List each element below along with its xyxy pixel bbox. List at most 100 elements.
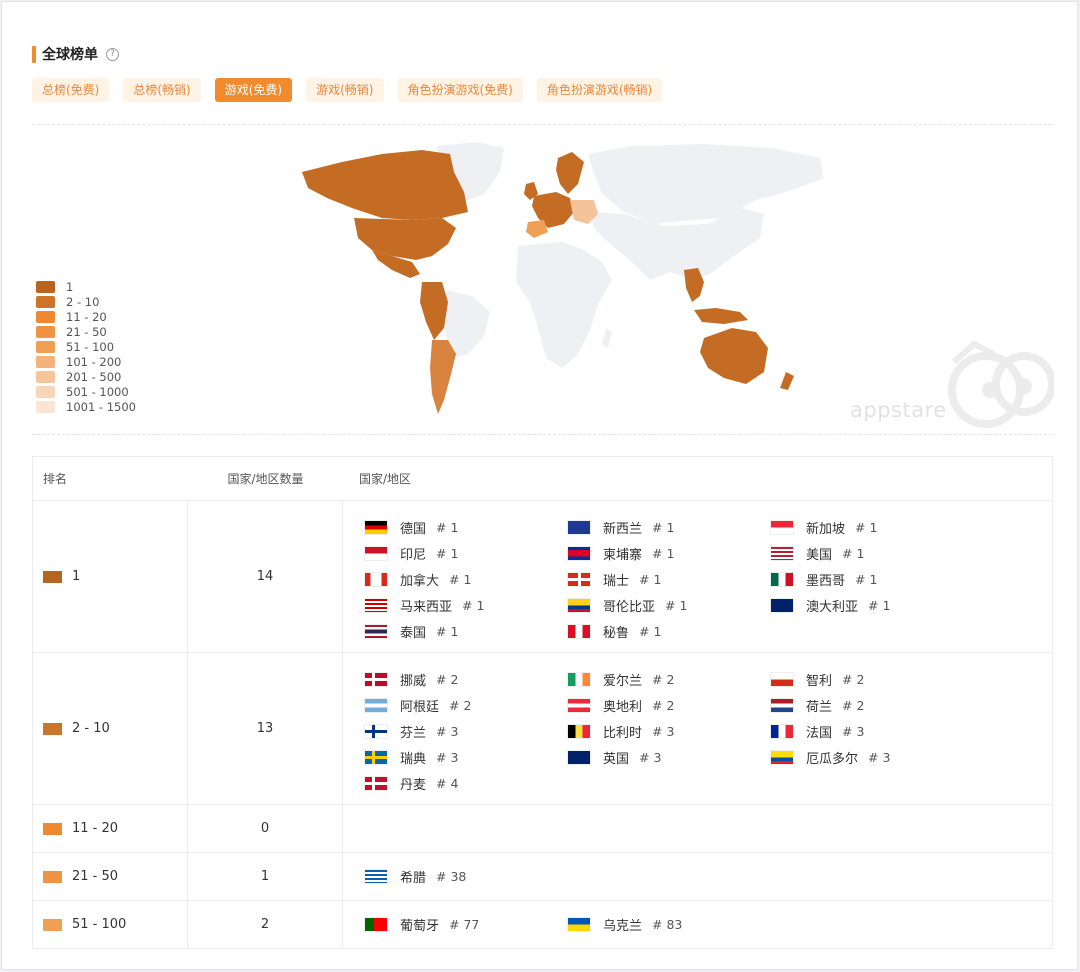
rank-cell: 11 - 20 (33, 805, 188, 852)
country-item[interactable]: 德国 # 1 (364, 514, 567, 540)
flag-icon-gr (364, 869, 388, 884)
country-rank: # 2 (842, 671, 865, 687)
header-rank: 排名 (43, 472, 68, 486)
country-item[interactable]: 厄瓜多尔 # 3 (770, 744, 973, 770)
legend-swatch (36, 295, 55, 308)
country-item[interactable]: 新加坡 # 1 (770, 514, 973, 540)
countries-cell (343, 805, 1052, 852)
legend-label: 201 - 500 (66, 369, 122, 384)
country-item[interactable]: 荷兰 # 2 (770, 692, 973, 718)
country-item[interactable]: 加拿大 # 1 (364, 566, 567, 592)
map-australia[interactable] (700, 328, 768, 384)
flag-icon-cl (770, 671, 794, 687)
country-item[interactable]: 葡萄牙 # 77 (364, 912, 567, 938)
legend-label: 1001 - 1500 (66, 399, 136, 414)
legend-item[interactable]: 1 (36, 279, 136, 294)
country-rank: # 4 (436, 775, 459, 791)
legend-label: 21 - 50 (66, 324, 107, 339)
country-name: 荷兰 (806, 699, 833, 715)
map-africa[interactable] (516, 242, 612, 368)
country-item[interactable]: 澳大利亚 # 1 (770, 592, 973, 618)
watermark-text: appstare (850, 398, 947, 422)
country-rank: # 1 (652, 519, 675, 535)
legend-item[interactable]: 51 - 100 (36, 339, 136, 354)
tab-2[interactable]: 游戏(免费) (214, 78, 293, 102)
country-item[interactable]: 丹麦 # 4 (364, 770, 567, 796)
map-russia[interactable] (588, 144, 824, 224)
country-item[interactable]: 印尼 # 1 (364, 540, 567, 566)
global-ranking-card: 全球榜单 ? 总榜(免费) 总榜(畅销) 游戏(免费) 游戏(畅销) 角色扮演游戏(免费… (1, 1, 1078, 970)
rank-swatch (43, 570, 62, 583)
map-indonesia[interactable] (694, 308, 748, 324)
flag-detail (365, 755, 387, 759)
flag-detail (365, 729, 387, 733)
rank-label: 2 - 10 (72, 721, 110, 736)
flag-icon-nz (567, 519, 591, 535)
country-rank: # 3 (436, 749, 459, 765)
map-colombia-peru[interactable] (420, 282, 448, 340)
country-name: 德国 (400, 521, 427, 537)
country-item[interactable]: 新西兰 # 1 (567, 514, 770, 540)
rank-label: 1 (72, 569, 81, 584)
country-name: 新加坡 (806, 521, 846, 537)
country-item[interactable]: 瑞典 # 3 (364, 744, 567, 770)
legend-item[interactable]: 101 - 200 (36, 354, 136, 369)
tab-4[interactable]: 角色扮演游戏(免费) (397, 78, 523, 102)
country-item[interactable]: 比利时 # 3 (567, 718, 770, 744)
country-item[interactable]: 墨西哥 # 1 (770, 566, 973, 592)
tab-5[interactable]: 角色扮演游戏(畅销) (536, 78, 663, 102)
country-item[interactable]: 爱尔兰 # 2 (567, 666, 770, 692)
legend-item[interactable]: 2 - 10 (36, 294, 136, 309)
tab-3[interactable]: 游戏(畅销) (306, 78, 384, 102)
country-item[interactable]: 哥伦比亚 # 1 (567, 592, 770, 618)
country-item[interactable]: 乌克兰 # 83 (567, 912, 770, 938)
country-item[interactable]: 芬兰 # 3 (364, 718, 567, 744)
flag-icon-fr (770, 723, 794, 739)
legend-swatch (36, 385, 55, 398)
table-row: 21 - 50 1 希腊 # 38 (33, 853, 1052, 901)
divider (32, 434, 1052, 435)
country-item[interactable]: 秘鲁 # 1 (567, 618, 770, 644)
country-name: 丹麦 (400, 777, 427, 793)
flag-icon-no (364, 671, 388, 687)
country-item[interactable]: 挪威 # 2 (364, 666, 567, 692)
map-iberia[interactable] (526, 220, 548, 238)
header-countries: 国家/地区 (359, 472, 412, 486)
legend-item[interactable]: 11 - 20 (36, 309, 136, 324)
country-item[interactable]: 美国 # 1 (770, 540, 973, 566)
legend-item[interactable]: 21 - 50 (36, 324, 136, 339)
section-header: 全球榜单 ? (32, 44, 119, 64)
map-madagascar[interactable] (602, 328, 612, 348)
tab-1[interactable]: 总榜(畅销) (123, 78, 201, 102)
country-rank: # 77 (449, 917, 480, 932)
country-item[interactable]: 奥地利 # 2 (567, 692, 770, 718)
country-item[interactable]: 英国 # 3 (567, 744, 770, 770)
flag-detail (365, 781, 387, 785)
help-icon[interactable]: ? (106, 47, 119, 61)
country-item[interactable]: 瑞士 # 1 (567, 566, 770, 592)
country-name: 阿根廷 (400, 699, 440, 715)
rank-cell: 1 (33, 501, 188, 652)
map-usa[interactable] (354, 218, 456, 260)
map-canada[interactable] (302, 150, 468, 220)
country-item[interactable]: 泰国 # 1 (364, 618, 567, 644)
country-name: 厄瓜多尔 (806, 751, 859, 767)
legend-item[interactable]: 1001 - 1500 (36, 399, 136, 414)
tab-0[interactable]: 总榜(免费) (32, 78, 110, 102)
country-item[interactable]: 柬埔寨 # 1 (567, 540, 770, 566)
map-chile-argentina[interactable] (430, 340, 456, 414)
country-item[interactable]: 智利 # 2 (770, 666, 973, 692)
legend-item[interactable]: 201 - 500 (36, 369, 136, 384)
country-rank: # 3 (868, 749, 891, 765)
country-item[interactable]: 希腊 # 38 (364, 864, 567, 890)
country-rank: # 1 (462, 597, 485, 613)
map-new-zealand[interactable] (780, 372, 794, 390)
legend-item[interactable]: 501 - 1000 (36, 384, 136, 399)
country-item[interactable]: 马来西亚 # 1 (364, 592, 567, 618)
country-name: 柬埔寨 (603, 547, 643, 563)
country-item[interactable]: 阿根廷 # 2 (364, 692, 567, 718)
count-cell: 14 (188, 501, 343, 652)
country-item[interactable]: 法国 # 3 (770, 718, 973, 744)
map-scandinavia[interactable] (556, 152, 584, 194)
flag-icon-pt (364, 917, 388, 932)
